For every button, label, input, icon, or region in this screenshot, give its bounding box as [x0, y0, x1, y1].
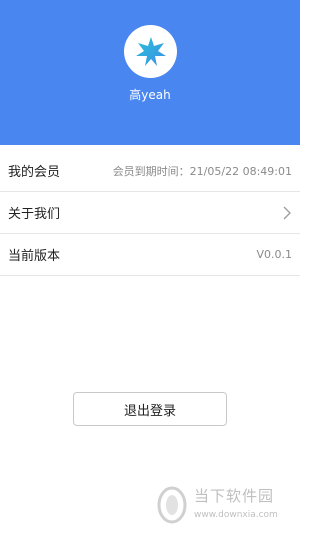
username: 高yeah	[129, 88, 171, 102]
watermark-title: 当下软件园	[194, 487, 275, 505]
logout-button[interactable]: 退出登录	[73, 392, 227, 426]
avatar[interactable]	[124, 25, 177, 78]
chevron-right-icon	[283, 206, 291, 219]
version-label: 当前版本	[8, 249, 61, 264]
about-us-row[interactable]: 关于我们	[0, 192, 300, 234]
about-us-label: 关于我们	[8, 207, 61, 222]
membership-expiry: 会员到期时间：21/05/22 08:49:01	[112, 164, 292, 178]
version-value: V0.0.1	[256, 248, 292, 261]
version-row: 当前版本 V0.0.1	[0, 234, 300, 276]
watermark-logo-icon	[157, 486, 187, 524]
watermark-url: www.downxia.com	[194, 510, 278, 520]
membership-row[interactable]: 我的会员 会员到期时间：21/05/22 08:49:01	[0, 150, 300, 192]
maple-leaf-icon	[135, 36, 166, 66]
profile-header: 高yeah	[0, 0, 300, 145]
membership-label: 我的会员	[8, 165, 61, 180]
